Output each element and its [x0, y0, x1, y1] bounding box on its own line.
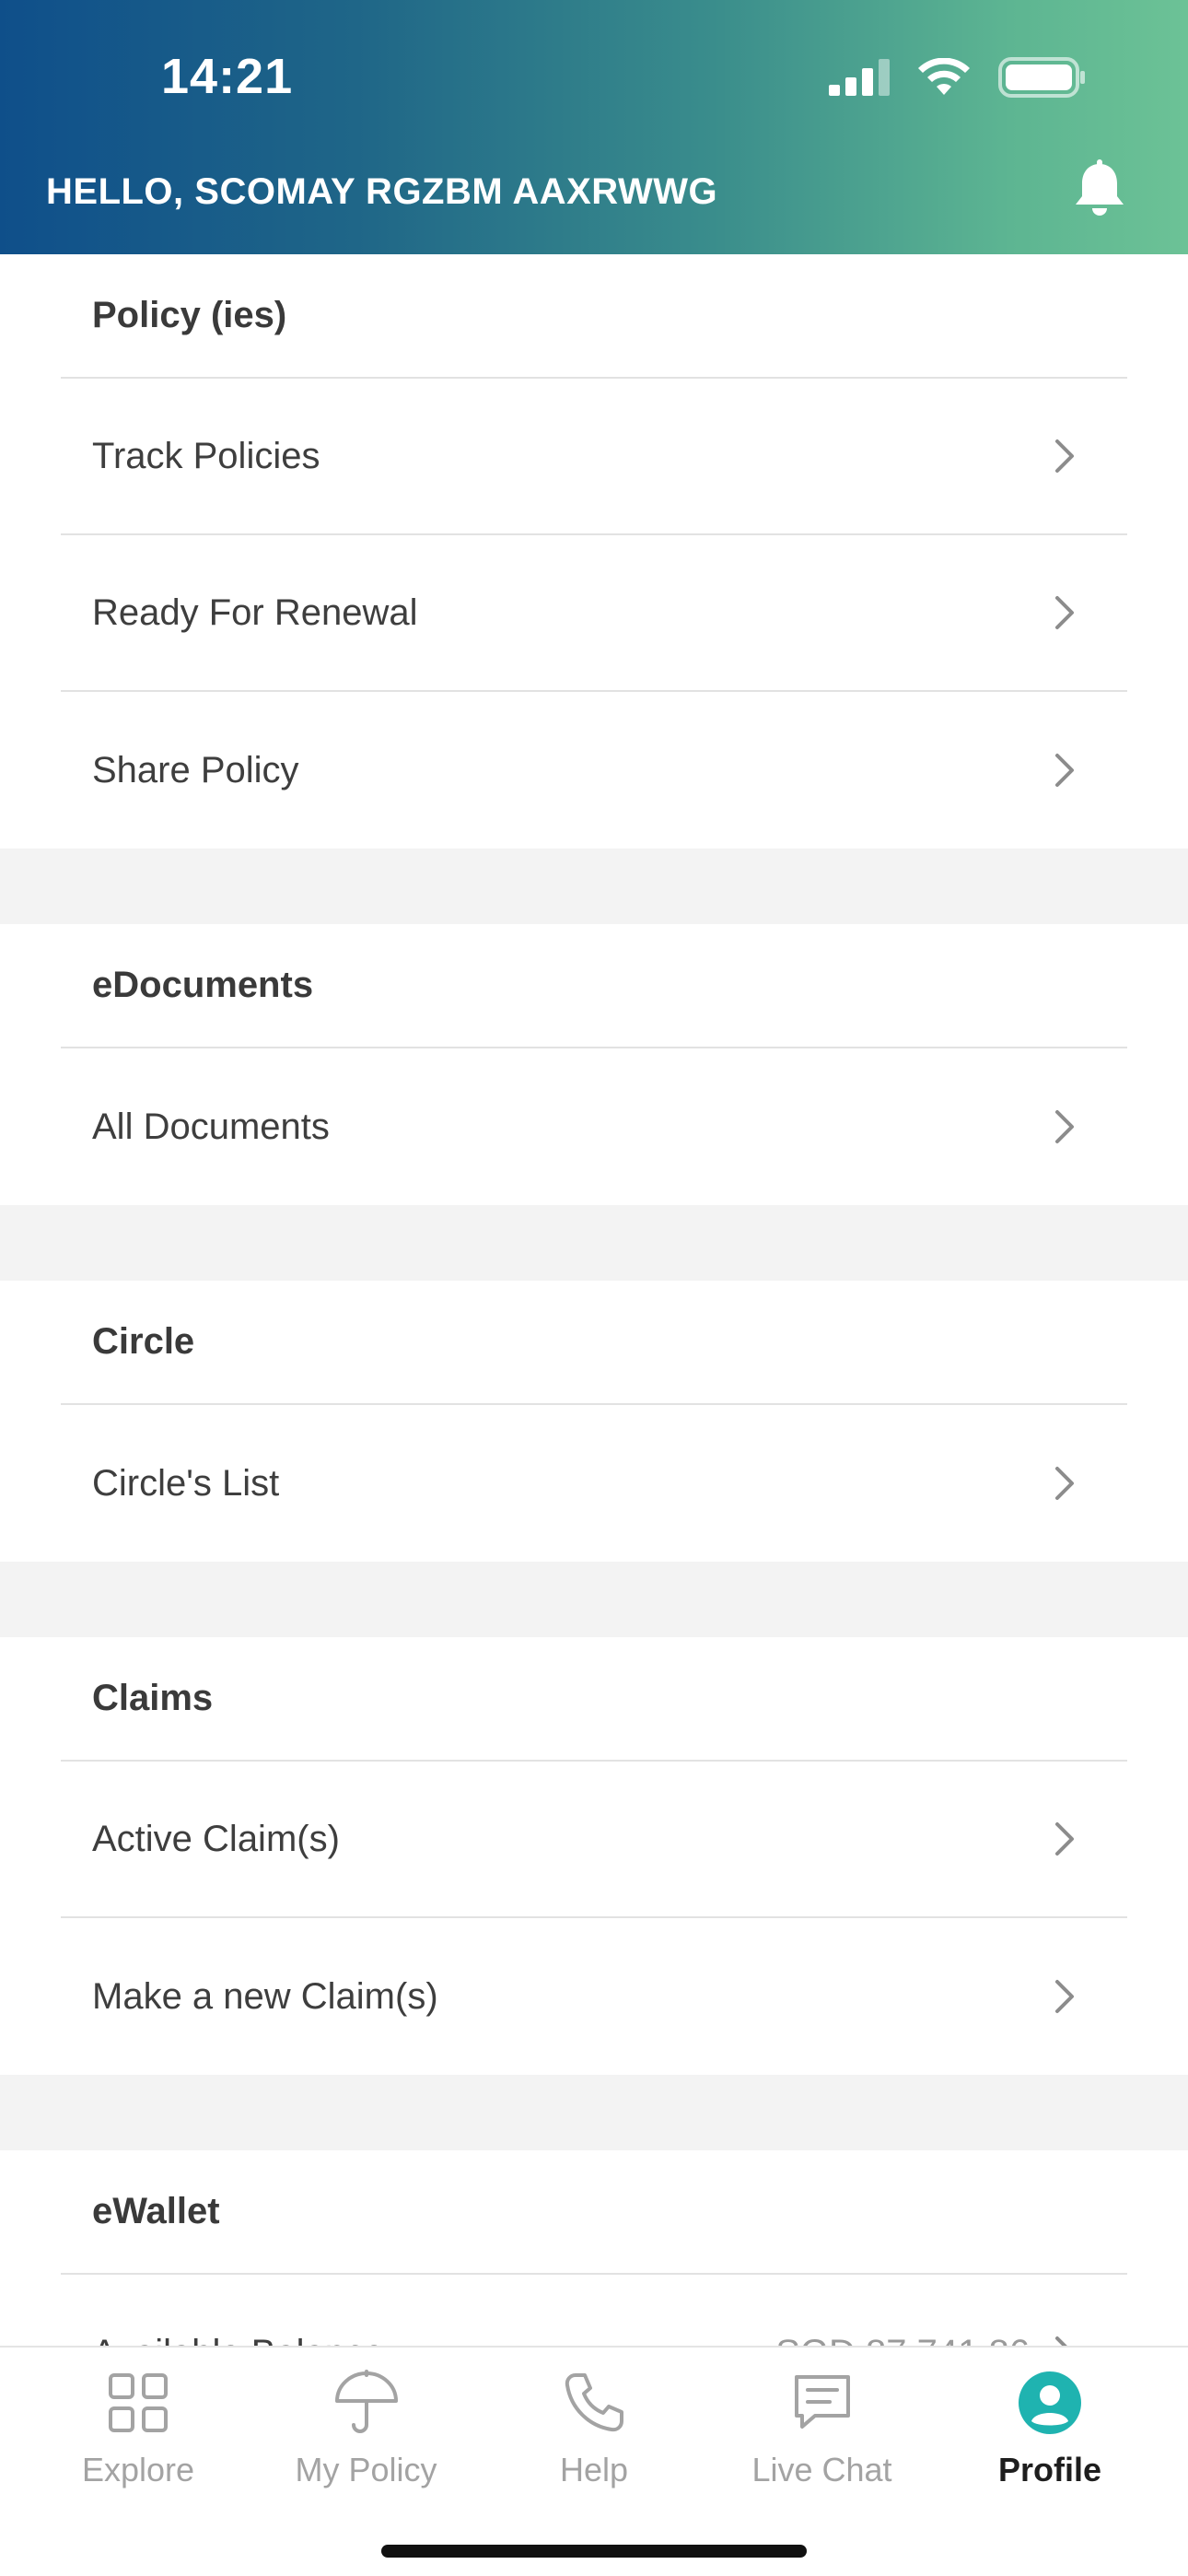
tab-label: Profile: [997, 2451, 1102, 2488]
menu-item-label: Active Claim(s): [92, 1818, 340, 1859]
chevron-right-icon: [1055, 754, 1074, 787]
section-title-policies: Policy (ies): [61, 254, 1127, 379]
menu-item-circles-list[interactable]: Circle's List: [61, 1405, 1127, 1562]
wifi-icon: [918, 58, 970, 95]
home-indicator[interactable]: [381, 2545, 807, 2558]
section-title-claims: Claims: [61, 1637, 1127, 1762]
section-title-circle: Circle: [61, 1281, 1127, 1405]
chevron-right-icon: [1055, 1467, 1074, 1500]
tab-my-policy[interactable]: My Policy: [256, 2348, 477, 2495]
menu-item-all-documents[interactable]: All Documents: [61, 1048, 1127, 1205]
umbrella-icon: [334, 2370, 398, 2433]
grid-icon: [109, 2373, 168, 2432]
menu-item-label: Available Balance: [92, 2333, 384, 2347]
section-edocuments: eDocuments All Documents: [0, 924, 1188, 1205]
bottom-tab-bar: Explore My Policy Help Live Chat Profile: [0, 2346, 1188, 2576]
menu-item-label: Circle's List: [92, 1462, 280, 1504]
chevron-right-icon: [1055, 1110, 1074, 1143]
menu-item-track-policies[interactable]: Track Policies: [61, 379, 1127, 535]
section-divider: [0, 1205, 1188, 1281]
section-divider: [0, 849, 1188, 924]
battery-icon: [998, 57, 1085, 98]
menu-item-label: Ready For Renewal: [92, 591, 418, 633]
menu-item-ready-for-renewal[interactable]: Ready For Renewal: [61, 535, 1127, 692]
menu-item-active-claims[interactable]: Active Claim(s): [61, 1762, 1127, 1918]
phone-icon: [565, 2373, 623, 2432]
profile-menu-list[interactable]: Policy (ies) Track Policies Ready For Re…: [0, 254, 1188, 2346]
tab-explore[interactable]: Explore: [28, 2348, 249, 2495]
section-divider: [0, 1562, 1188, 1637]
greeting-text: HELLO, SCOMAY RGZBM AAXRWWG: [46, 171, 718, 212]
section-title-ewallet: eWallet: [61, 2150, 1127, 2275]
status-time: 14:21: [161, 49, 294, 104]
menu-item-make-new-claim[interactable]: Make a new Claim(s): [61, 1918, 1127, 2075]
section-claims: Claims Active Claim(s) Make a new Claim(…: [0, 1637, 1188, 2075]
tab-label: Help: [559, 2451, 629, 2488]
menu-item-label: Share Policy: [92, 749, 299, 790]
status-icons: [829, 57, 1087, 98]
section-ewallet: eWallet Available Balance SGD 87,741.86: [0, 2150, 1188, 2346]
tab-label: Explore: [81, 2451, 195, 2488]
menu-item-label: Track Policies: [92, 435, 320, 476]
section-circle: Circle Circle's List: [0, 1281, 1188, 1562]
section-title-edocuments: eDocuments: [61, 924, 1127, 1048]
chevron-right-icon: [1055, 2336, 1067, 2346]
menu-item-share-policy[interactable]: Share Policy: [61, 692, 1127, 849]
section-policies: Policy (ies) Track Policies Ready For Re…: [0, 254, 1188, 849]
chat-icon: [794, 2375, 850, 2429]
bell-icon[interactable]: [1070, 158, 1129, 219]
chevron-right-icon: [1055, 1822, 1074, 1856]
chevron-right-icon: [1055, 596, 1074, 629]
app-header: 14:21 HELLO, SCOMAY RGZBM AAXRWWG: [0, 0, 1188, 254]
menu-item-label: All Documents: [92, 1106, 330, 1147]
tab-label: Live Chat: [751, 2451, 892, 2488]
tab-live-chat[interactable]: Live Chat: [712, 2348, 933, 2495]
tab-label: My Policy: [295, 2451, 437, 2488]
profile-icon: [1019, 2371, 1081, 2434]
tab-help[interactable]: Help: [483, 2348, 705, 2495]
menu-item-available-balance[interactable]: Available Balance SGD 87,741.86: [61, 2275, 1127, 2346]
chevron-right-icon: [1055, 1980, 1074, 2013]
tab-profile[interactable]: Profile: [939, 2348, 1160, 2495]
section-divider: [0, 2075, 1188, 2150]
menu-item-label: Make a new Claim(s): [92, 1975, 438, 2017]
balance-value: SGD 87,741.86: [775, 2333, 1030, 2347]
chevron-right-icon: [1055, 439, 1074, 473]
signal-icon: [829, 59, 890, 96]
